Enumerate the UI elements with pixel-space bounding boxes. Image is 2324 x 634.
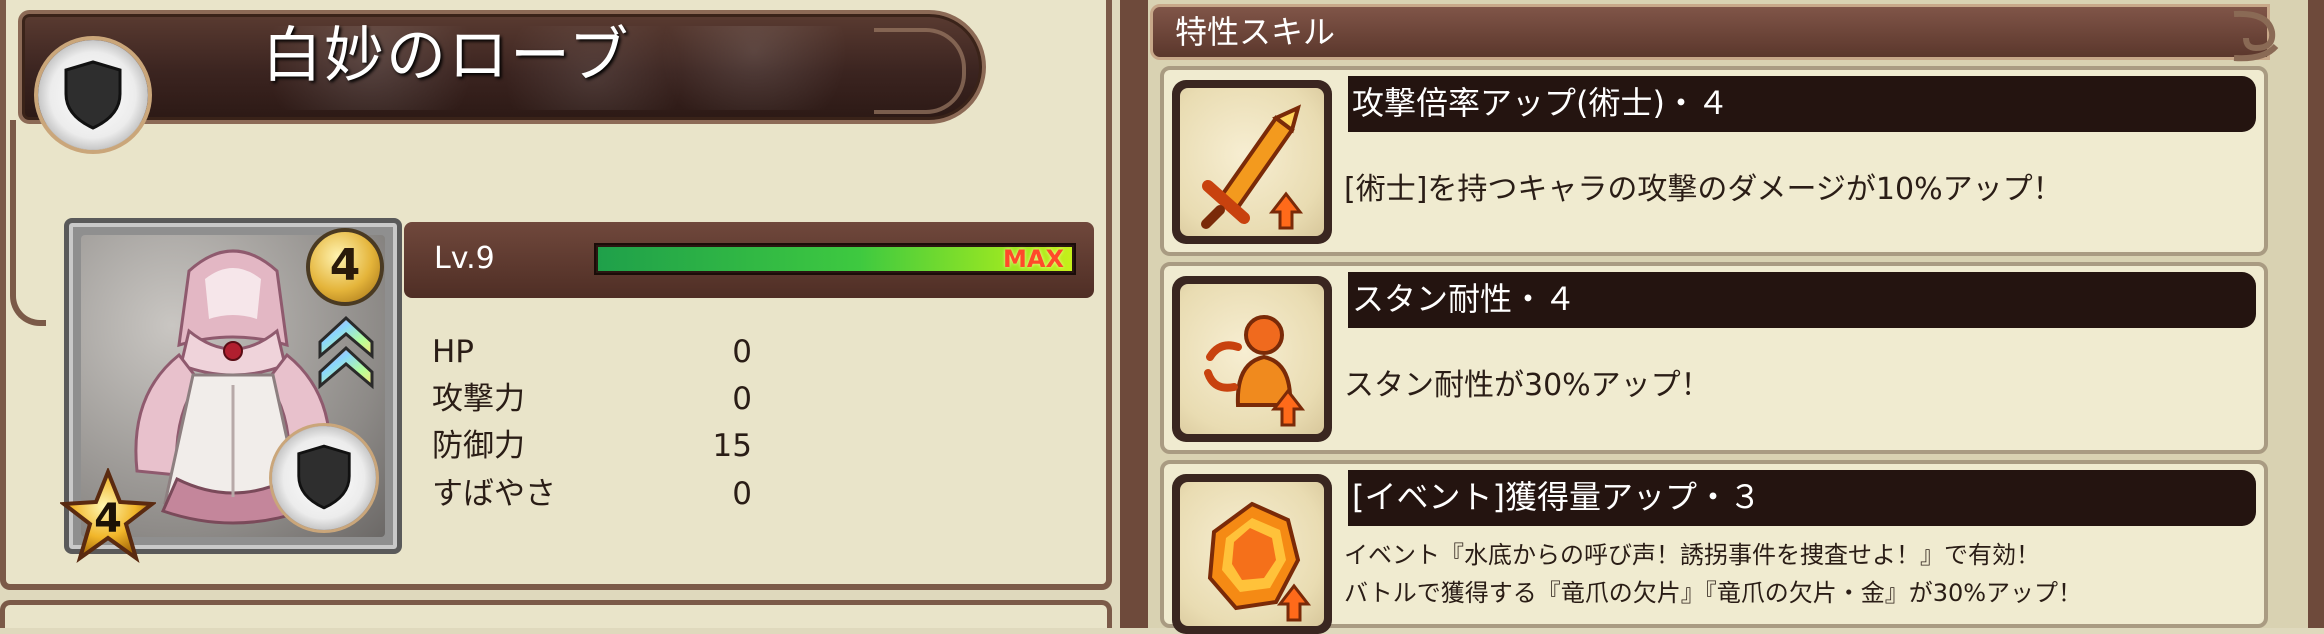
stat-row: 防御力 15 [432, 423, 752, 469]
stat-value: 0 [732, 381, 752, 417]
header-curl-ornament [2233, 10, 2279, 62]
skill-icon-frame [1172, 80, 1332, 244]
exp-gauge-fill [598, 247, 1072, 271]
stat-label: 防御力 [432, 428, 525, 464]
skill-description: [術士]を持つキャラの攻撃のダメージが10%アップ！ [1344, 172, 2063, 207]
skill-icon-frame [1172, 474, 1332, 634]
gem-up-icon [1207, 501, 1312, 622]
star-count: 4 [94, 496, 122, 542]
skill-name: 攻撃倍率アップ(術士)・４ [1352, 84, 1729, 122]
sword-up-icon [1201, 104, 1304, 230]
stun-resist-icon [1204, 315, 1306, 427]
skill-name-bar: [イベント]獲得量アップ・３ [1348, 470, 2256, 526]
max-label: MAX [1003, 245, 1064, 273]
skills-header-title: 特性スキル [1175, 13, 1336, 51]
card-category-medallion [272, 426, 376, 530]
skill-description: イベント『水底からの呼び声！誘拐事件を捜査せよ！』で有効！ [1344, 541, 2040, 569]
skill-icon-background [1180, 482, 1324, 626]
shield-icon [297, 444, 351, 510]
skill-description: スタン耐性が30%アップ！ [1344, 368, 1711, 403]
level-bar: Lv.9 MAX [404, 222, 1094, 298]
skill-name-bar: スタン耐性・４ [1348, 272, 2256, 328]
skills-header: 特性スキル [1150, 4, 2270, 60]
stat-label: すばやさ [432, 476, 556, 512]
stat-value: 0 [732, 476, 752, 512]
next-panel-edge [0, 600, 1112, 628]
skill-icon-frame [1172, 276, 1332, 442]
stat-row: HP 0 [432, 329, 752, 375]
skill-name: [イベント]獲得量アップ・３ [1352, 478, 1761, 516]
rank-up-chevron-icon [318, 315, 374, 390]
item-name: 白妙のローブ [262, 21, 631, 91]
skill-name: スタン耐性・４ [1352, 280, 1577, 318]
shield-icon [64, 60, 122, 130]
stat-label: HP [432, 334, 475, 370]
frame-ornament [10, 120, 46, 326]
stat-row: すばやさ 0 [432, 471, 752, 517]
exp-gauge: MAX [594, 243, 1076, 275]
skill-description: バトルで獲得する『竜爪の欠片』『竜爪の欠片・金』が30%アップ！ [1344, 579, 2083, 607]
stat-label: 攻撃力 [432, 381, 525, 417]
stat-row: 攻撃力 0 [432, 376, 752, 422]
skill-card[interactable]: 攻撃倍率アップ(術士)・４ [1160, 66, 2268, 256]
skill-icon-background [1180, 88, 1324, 236]
stat-value: 0 [732, 334, 752, 370]
stat-value: 15 [712, 428, 752, 464]
rarity-badge: 4 [306, 228, 384, 306]
level-label: Lv.9 [434, 241, 495, 276]
category-medallion [38, 40, 148, 150]
skill-card[interactable]: スタン耐性・４ [1160, 262, 2268, 454]
skill-name-bar: 攻撃倍率アップ(術士)・４ [1348, 76, 2256, 132]
skill-icon-background [1180, 284, 1324, 434]
